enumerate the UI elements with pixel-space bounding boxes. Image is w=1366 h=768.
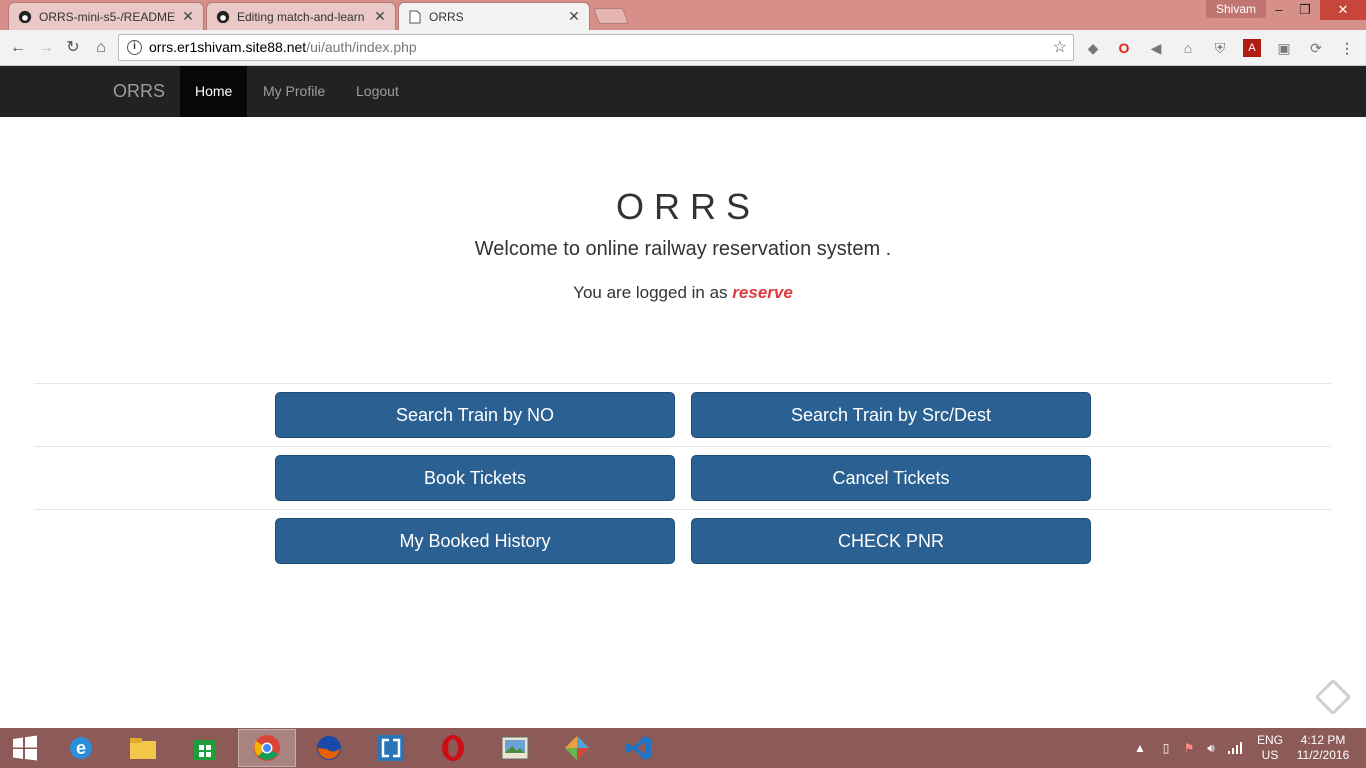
windows-start-icon[interactable]: [0, 729, 50, 767]
clock-date: 11/2/2016: [1296, 748, 1350, 762]
nav-logout[interactable]: Logout: [341, 66, 414, 117]
page-icon: [407, 9, 423, 25]
new-tab-button[interactable]: [593, 8, 629, 24]
restore-icon[interactable]: ❐: [1290, 0, 1320, 20]
welcome-text: Welcome to online railway reservation sy…: [474, 238, 892, 260]
divider: [34, 446, 1331, 447]
wifi-signal-icon[interactable]: [1226, 728, 1244, 768]
site-brand[interactable]: ORRS: [113, 66, 165, 117]
divider: [34, 509, 1331, 510]
extension-box-icon[interactable]: ▣: [1275, 39, 1293, 57]
clock-time: 4:12 PM: [1300, 733, 1346, 747]
address-bar[interactable]: i orrs.er1shivam.site88.net/ui/auth/inde…: [118, 34, 1074, 61]
logged-in-text: You are logged in as reserve: [0, 283, 1366, 303]
opera-icon[interactable]: [424, 729, 482, 767]
book-tickets-button[interactable]: Book Tickets: [275, 455, 675, 501]
battery-icon[interactable]: ▯: [1158, 728, 1174, 768]
file-explorer-icon[interactable]: [114, 729, 172, 767]
tab-editing[interactable]: Editing match-and-learn ✕: [206, 2, 396, 30]
input-language[interactable]: ENG US: [1252, 733, 1288, 763]
search-train-by-src-dest-button[interactable]: Search Train by Src/Dest: [691, 392, 1091, 438]
windows-store-icon[interactable]: [176, 729, 234, 767]
my-booked-history-button[interactable]: My Booked History: [275, 518, 675, 564]
shield-extension-icon[interactable]: ⛨: [1211, 39, 1229, 57]
nav-home[interactable]: Home: [180, 66, 248, 117]
tab-title: ORRS: [429, 9, 464, 24]
home-icon[interactable]: ⌂: [90, 37, 112, 59]
vscode-icon[interactable]: [610, 729, 668, 767]
svg-text:e: e: [76, 738, 86, 758]
menu-icon[interactable]: ⋮: [1338, 39, 1356, 57]
browser-tab-strip: ORRS-mini-s5-/README ✕ Editing match-and…: [0, 0, 1366, 30]
taskbar: e ▲ ▯ ⚑ 🔊︎ ENG US 4:12 PM 11/2/2016: [0, 728, 1366, 768]
github-icon: [17, 9, 33, 25]
nav-my-profile[interactable]: My Profile: [248, 66, 340, 117]
network-error-icon[interactable]: ⚑: [1180, 728, 1198, 768]
forward-icon[interactable]: →: [35, 37, 57, 59]
page-title: ORRS: [615, 186, 760, 227]
chrome-icon[interactable]: [238, 729, 296, 767]
site-navbar: ORRS Home My Profile Logout: [0, 66, 1366, 117]
info-icon[interactable]: i: [127, 40, 142, 55]
reload-icon[interactable]: ↻: [62, 37, 84, 59]
logged-in-prefix: You are logged in as: [573, 283, 728, 302]
tab-readme[interactable]: ORRS-mini-s5-/README ✕: [8, 2, 204, 30]
cancel-tickets-button[interactable]: Cancel Tickets: [691, 455, 1091, 501]
browser-toolbar: ← → ↻ ⌂ i orrs.er1shivam.site88.net/ui/a…: [0, 30, 1366, 66]
system-clock[interactable]: 4:12 PM 11/2/2016: [1288, 733, 1358, 763]
tab-orrs[interactable]: ORRS ✕: [398, 2, 590, 30]
internet-explorer-icon[interactable]: e: [52, 729, 110, 767]
audio-extension-icon[interactable]: ◀: [1147, 39, 1165, 57]
tab-title: ORRS-mini-s5-/README: [39, 9, 176, 24]
home-extension-icon[interactable]: ⌂: [1179, 39, 1197, 57]
close-tab-icon[interactable]: ✕: [181, 8, 195, 25]
show-hidden-icons-icon[interactable]: ▲: [1132, 728, 1148, 768]
tab-title: Editing match-and-learn: [237, 9, 365, 24]
sync-extension-icon[interactable]: ⟳: [1307, 39, 1325, 57]
profile-badge[interactable]: Shivam: [1206, 0, 1267, 18]
close-tab-icon[interactable]: ✕: [373, 8, 387, 25]
back-icon[interactable]: ←: [7, 37, 29, 59]
opera-extension-icon[interactable]: O: [1115, 39, 1133, 57]
search-train-by-no-button[interactable]: Search Train by NO: [275, 392, 675, 438]
bookmark-star-icon[interactable]: ☆: [1053, 35, 1067, 60]
divider: [34, 383, 1331, 384]
window-close-icon[interactable]: ✕: [1320, 0, 1366, 20]
firefox-icon[interactable]: [300, 729, 358, 767]
volume-icon[interactable]: 🔊︎: [1202, 728, 1220, 768]
pdf-extension-icon[interactable]: A: [1243, 39, 1261, 57]
username: reserve: [732, 283, 793, 302]
brackets-icon[interactable]: [362, 729, 420, 767]
address-url: orrs.er1shivam.site88.net/ui/auth/index.…: [149, 39, 417, 55]
close-tab-icon[interactable]: ✕: [567, 8, 581, 25]
check-pnr-button[interactable]: CHECK PNR: [691, 518, 1091, 564]
extension-cube-icon[interactable]: ◆: [1084, 39, 1102, 57]
github-icon: [215, 9, 231, 25]
photos-icon[interactable]: [486, 729, 544, 767]
paint-icon[interactable]: [548, 729, 606, 767]
feedback-icon[interactable]: [1314, 678, 1352, 716]
